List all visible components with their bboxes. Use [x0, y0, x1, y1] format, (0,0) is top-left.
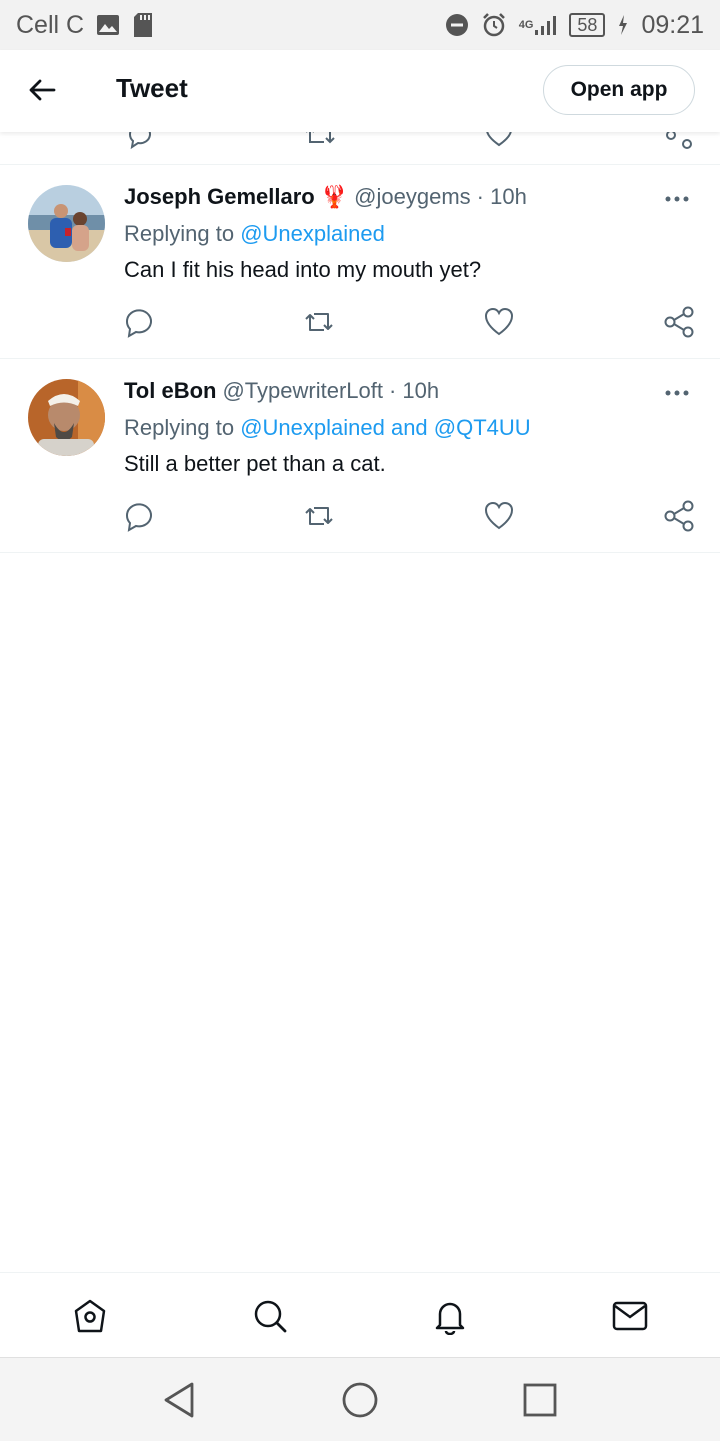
share-icon[interactable] — [662, 305, 696, 339]
tweet-text: Still a better pet than a cat. — [124, 451, 386, 476]
top-nav-bar: Tweet Open app — [0, 50, 720, 132]
notifications-icon[interactable] — [431, 1297, 469, 1335]
signal-icon: 4G — [519, 14, 558, 36]
retweet-icon[interactable] — [302, 499, 336, 533]
mention-link[interactable]: @Unexplained — [240, 221, 385, 246]
retweet-icon[interactable] — [302, 305, 336, 339]
user-handle[interactable]: @TypewriterLoft — [222, 378, 383, 404]
back-arrow-icon[interactable] — [24, 72, 60, 108]
messages-icon[interactable] — [611, 1297, 649, 1335]
search-icon[interactable] — [251, 1297, 289, 1335]
avatar[interactable] — [28, 185, 105, 262]
replying-to: Replying to @Unexplained — [124, 221, 385, 246]
alarm-icon — [481, 12, 507, 38]
home-icon[interactable] — [71, 1297, 109, 1335]
reply-icon[interactable] — [122, 305, 156, 339]
more-options-icon[interactable] — [662, 189, 692, 209]
system-nav-bar — [0, 1357, 720, 1441]
tweet-header: Joseph Gemellaro 🦞 @joeygems · 10h — [124, 184, 527, 210]
sd-card-icon — [132, 12, 154, 38]
more-options-icon[interactable] — [662, 383, 692, 403]
tweet-header: Tol eBon @TypewriterLoft · 10h — [124, 378, 439, 404]
charging-icon — [617, 14, 629, 36]
page-title: Tweet — [116, 73, 188, 103]
tweet[interactable]: Joseph Gemellaro 🦞 @joeygems · 10h Reply… — [0, 164, 720, 359]
open-app-button[interactable]: Open app — [543, 65, 695, 115]
avatar[interactable] — [28, 379, 105, 456]
replying-to: Replying to @Unexplained and @QT4UU — [124, 415, 531, 440]
reply-icon[interactable] — [122, 499, 156, 533]
clock: 09:21 — [641, 10, 704, 39]
tweet-time[interactable]: · 10h — [389, 378, 439, 404]
lobster-emoji: 🦞 — [320, 184, 349, 209]
like-icon[interactable] — [482, 305, 516, 339]
share-icon[interactable] — [662, 499, 696, 533]
display-name[interactable]: Joseph Gemellaro — [124, 184, 315, 210]
gallery-icon — [96, 14, 120, 36]
tweet-time[interactable]: · 10h — [477, 184, 527, 210]
tweet[interactable]: Tol eBon @TypewriterLoft · 10h Replying … — [0, 358, 720, 553]
recents-square-icon[interactable] — [520, 1380, 560, 1420]
back-triangle-icon[interactable] — [160, 1380, 200, 1420]
home-circle-icon[interactable] — [340, 1380, 380, 1420]
battery-indicator: 58 — [569, 13, 606, 37]
display-name[interactable]: Tol eBon — [124, 378, 216, 404]
bottom-nav-bar — [0, 1272, 720, 1358]
mention-link[interactable]: @Unexplained and @QT4UU — [240, 415, 530, 440]
carrier-label: Cell C — [16, 10, 85, 39]
dnd-icon — [445, 13, 469, 37]
status-bar: Cell C 4G 58 09:21 — [0, 0, 720, 50]
like-icon[interactable] — [482, 499, 516, 533]
user-handle[interactable]: @joeygems — [354, 184, 471, 210]
tweet-text: Can I fit his head into my mouth yet? — [124, 257, 482, 282]
